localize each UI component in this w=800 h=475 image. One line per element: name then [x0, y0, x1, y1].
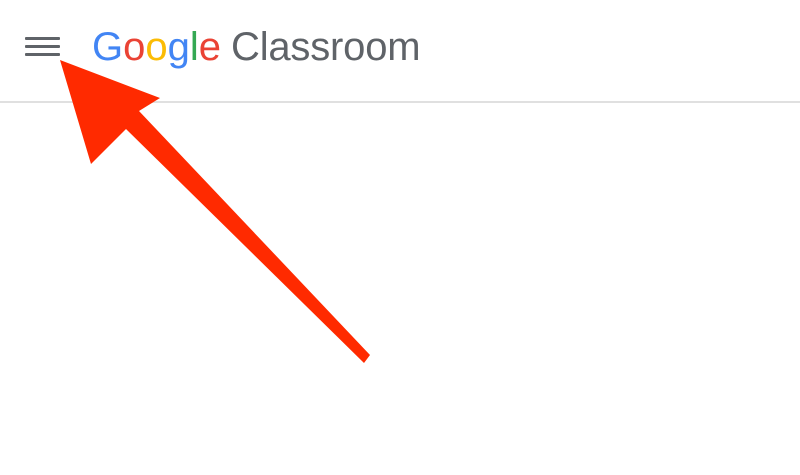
google-wordmark: G o o g l e [92, 22, 221, 72]
google-logo-letter: o [123, 25, 146, 69]
google-logo-letter: G [92, 25, 124, 69]
google-logo-letter: l [189, 25, 199, 69]
google-classroom-window: G o o g l e Classroom [0, 0, 800, 475]
hamburger-menu-icon [25, 37, 60, 56]
main-menu-button[interactable] [22, 27, 64, 65]
google-logo-letter: g [167, 25, 190, 69]
google-classroom-logo[interactable]: G o o g l e Classroom [92, 22, 421, 72]
empty-main-content [0, 103, 800, 475]
top-app-bar: G o o g l e Classroom [0, 0, 800, 103]
google-logo-letter: e [198, 25, 222, 69]
product-name: Classroom [231, 25, 421, 69]
google-logo-letter: o [145, 25, 168, 69]
